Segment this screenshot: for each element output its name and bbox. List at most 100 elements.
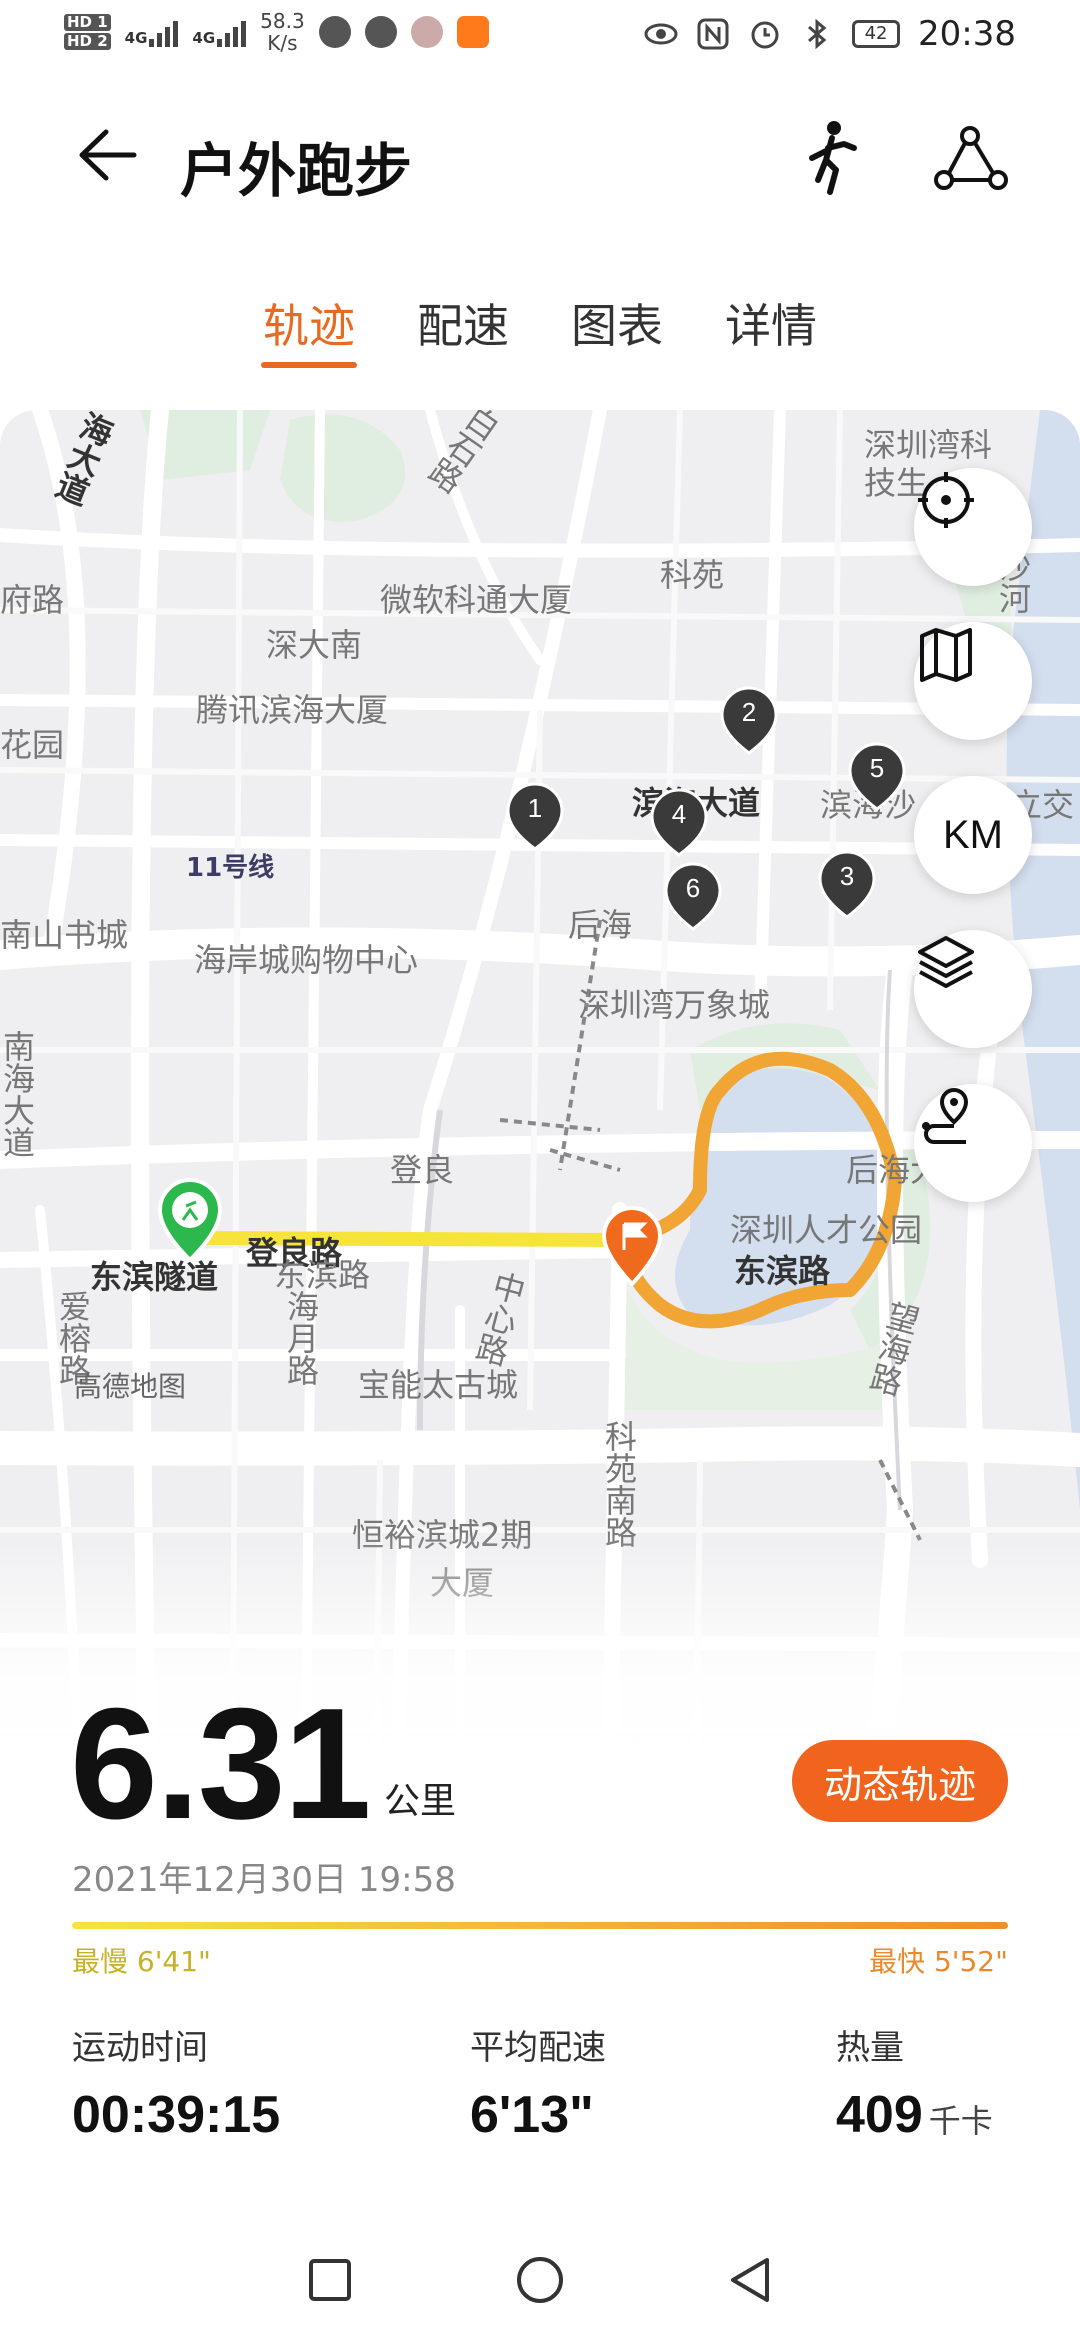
km-marker-label: 4 xyxy=(671,799,687,829)
locate-icon xyxy=(918,472,974,528)
sim2-label: HD 2 xyxy=(64,33,111,50)
layers-icon xyxy=(918,936,974,988)
map-label: 海岸城购物中心 xyxy=(194,941,419,979)
route-pin-button[interactable] xyxy=(914,1084,1032,1202)
layers-button[interactable] xyxy=(914,930,1032,1048)
bluetooth-icon xyxy=(808,18,827,50)
map-label: 11号线 xyxy=(186,853,275,883)
km-toggle-button[interactable]: KM xyxy=(914,776,1032,894)
tab-track[interactable]: 轨迹 xyxy=(257,290,361,380)
km-marker-label: 6 xyxy=(685,873,701,903)
recent-apps-button[interactable] xyxy=(300,2250,360,2310)
back-button[interactable] xyxy=(720,2250,780,2310)
km-marker-3[interactable]: 3 xyxy=(818,850,876,920)
route-pin-icon xyxy=(922,1087,969,1144)
map-label: 腾讯滨海大厦 xyxy=(196,691,389,729)
runner-icon[interactable] xyxy=(800,118,864,198)
km-marker-label: 2 xyxy=(741,697,757,727)
km-label: KM xyxy=(943,812,1003,857)
arrow-left-icon[interactable] xyxy=(70,120,140,190)
map-label: 东滨隧道 xyxy=(90,1258,219,1296)
signal-bars-icon xyxy=(217,17,247,47)
sim1-label: HD 1 xyxy=(64,14,111,31)
dynamic-track-button[interactable]: 动态轨迹 xyxy=(792,1740,1008,1822)
wechat-icon xyxy=(318,16,351,48)
km-marker-6[interactable]: 6 xyxy=(664,862,722,932)
stat-label: 运动时间 xyxy=(72,2028,208,2068)
home-button[interactable] xyxy=(510,2250,570,2310)
network-type-1: 4G xyxy=(124,29,148,47)
tab-details[interactable]: 详情 xyxy=(719,290,823,380)
map-label: 深圳湾万象城 xyxy=(578,986,771,1024)
runner-start-icon xyxy=(157,1177,223,1263)
stat-label: 平均配速 xyxy=(470,2028,606,2068)
browser-icon xyxy=(364,16,397,48)
map-icon xyxy=(920,628,972,682)
alarm-icon xyxy=(751,21,779,49)
avatar-app-icon xyxy=(410,16,443,48)
nfc-icon xyxy=(697,18,729,50)
stat-unit: 千卡 xyxy=(928,2103,993,2139)
network-type-2: 4G xyxy=(192,29,216,47)
network-speed-unit: K/s xyxy=(267,31,298,55)
recent-apps-icon xyxy=(309,2259,351,2301)
stat-value-row: 409 千卡 xyxy=(836,2085,993,2145)
map-label: 南山书城 xyxy=(0,916,129,954)
km-marker-label: 1 xyxy=(527,793,543,823)
map-label: 后海 xyxy=(568,906,633,944)
video-app-icon xyxy=(456,16,489,48)
system-nav-bar xyxy=(0,2220,1080,2340)
fastest-pace: 最快 5'52" xyxy=(869,1945,1008,1978)
network-speed-value: 58.3 xyxy=(260,9,305,33)
km-marker-5[interactable]: 5 xyxy=(848,742,906,812)
slowest-pace: 最慢 6'41" xyxy=(72,1945,211,1978)
tab-bar: 轨迹 配速 图表 详情 xyxy=(0,290,1080,380)
run-summary: 6.31 公里 动态轨迹 2021年12月30日 19:58 最慢 6'41" … xyxy=(0,1640,1080,2200)
map-label: 登良 xyxy=(390,1151,455,1189)
map-label: 宝能太古城 xyxy=(358,1366,519,1404)
stat-value: 409 xyxy=(836,2086,923,2144)
map-label: 微软科通大厦 xyxy=(380,581,573,619)
tab-pace[interactable]: 配速 xyxy=(411,290,515,380)
km-marker-label: 5 xyxy=(869,753,885,783)
map-label: 深大南 xyxy=(266,626,363,664)
locate-button[interactable] xyxy=(914,468,1032,586)
stat-calories: 热量 409 千卡 xyxy=(836,2020,993,2145)
signal-strength-2: 4G xyxy=(192,17,247,47)
battery-icon: 42 xyxy=(852,20,901,48)
map-label: 东滨路 xyxy=(734,1252,831,1290)
signal-bars-icon xyxy=(149,17,179,47)
distance-unit: 公里 xyxy=(384,1781,457,1822)
stat-duration: 运动时间 00:39:15 xyxy=(72,2020,280,2145)
map-attribution: 高德地图 xyxy=(74,1370,187,1403)
km-marker-label: 3 xyxy=(839,861,855,891)
signal-strength-1: 4G xyxy=(125,17,179,47)
stat-value: 00:39:15 xyxy=(72,2086,281,2144)
map-label: 府路 xyxy=(0,581,65,619)
km-marker-2[interactable]: 2 xyxy=(720,686,778,756)
tab-chart[interactable]: 图表 xyxy=(565,290,669,380)
status-left: HD 1 HD 2 4G 4G 58.3 K/s xyxy=(64,10,489,54)
map-type-button[interactable] xyxy=(914,622,1032,740)
clock-time: 20:38 xyxy=(918,14,1016,54)
stat-label: 热量 xyxy=(836,2028,904,2068)
status-right: 42 20:38 xyxy=(644,14,1016,54)
home-icon xyxy=(517,2257,563,2303)
km-marker-1[interactable]: 1 xyxy=(506,782,564,852)
status-bar: HD 1 HD 2 4G 4G 58.3 K/s 42 20:38 xyxy=(0,0,1080,76)
stat-value: 6'13" xyxy=(470,2086,594,2144)
page-title: 户外跑步 xyxy=(180,137,413,205)
pace-gradient-bar xyxy=(72,1922,1008,1929)
map-label: 科苑 xyxy=(660,556,725,594)
map-label: 南海大道 xyxy=(0,1030,36,1158)
back-icon xyxy=(731,2258,769,2302)
map-label: 深圳人才公园 xyxy=(730,1211,923,1249)
map-label: 科苑南路 xyxy=(600,1420,638,1548)
km-marker-4[interactable]: 4 xyxy=(650,788,708,858)
run-date: 2021年12月30日 19:58 xyxy=(72,1860,456,1900)
map-label: 花园 xyxy=(0,726,65,764)
route-share-icon[interactable] xyxy=(930,124,1010,194)
stat-avg-pace: 平均配速 6'13" xyxy=(470,2020,606,2145)
eye-icon xyxy=(644,23,678,45)
battery-level: 42 xyxy=(864,23,888,44)
